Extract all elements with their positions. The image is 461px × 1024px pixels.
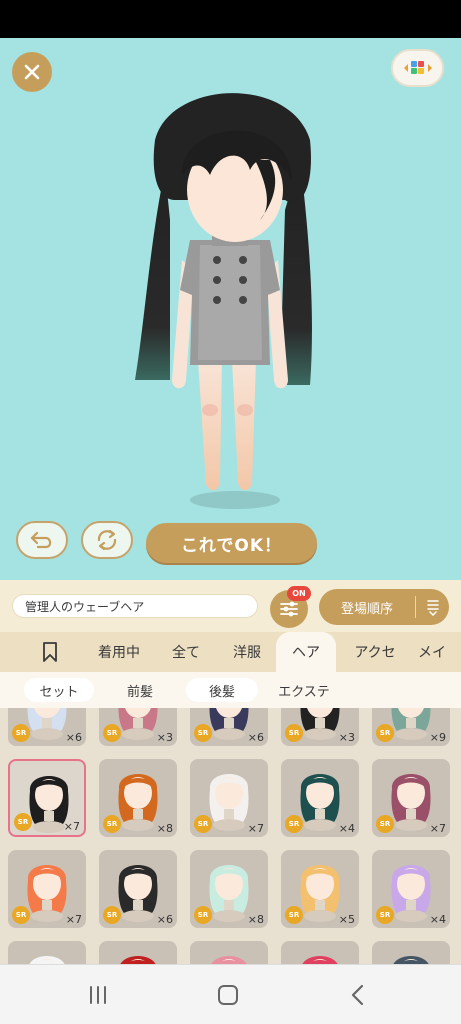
rarity-badge: SR: [194, 724, 212, 742]
back-icon: [351, 984, 364, 1006]
palette-button[interactable]: [391, 49, 444, 87]
subtab-back-hair[interactable]: 後髪: [186, 678, 258, 702]
home-icon: [218, 985, 238, 1005]
hair-item[interactable]: [190, 941, 268, 964]
status-bar: [0, 0, 461, 38]
rarity-badge: SR: [376, 815, 394, 833]
rarity-badge: SR: [103, 815, 121, 833]
undo-icon: [30, 531, 52, 549]
avatar: [110, 80, 340, 520]
tab-hair[interactable]: ヘア: [276, 632, 336, 672]
hair-item[interactable]: [372, 941, 450, 964]
item-count: ×8: [156, 822, 173, 835]
item-count: ×4: [429, 913, 446, 926]
sliders-icon: [280, 601, 298, 617]
subtab-bangs[interactable]: 前髪: [108, 678, 172, 702]
hair-item[interactable]: SR ×6: [190, 708, 268, 746]
rarity-badge: SR: [376, 724, 394, 742]
item-count: ×7: [429, 822, 446, 835]
item-count: ×3: [156, 731, 173, 744]
system-nav-bar: [0, 964, 461, 1024]
hair-thumbnail: [211, 956, 247, 964]
rarity-badge: SR: [12, 906, 30, 924]
hair-item[interactable]: [8, 941, 86, 964]
hair-thumbnail: [393, 956, 429, 964]
undo-button[interactable]: [16, 521, 68, 559]
rarity-badge: SR: [194, 906, 212, 924]
subcategory-tabs: セット 前髪 後髪 エクステ: [0, 672, 461, 708]
item-count: ×9: [429, 731, 446, 744]
rarity-badge: SR: [285, 815, 303, 833]
rarity-badge: SR: [103, 724, 121, 742]
subtab-extensions[interactable]: エクステ: [268, 678, 340, 702]
rarity-badge: SR: [103, 906, 121, 924]
app-screen: これでOK！ 管理人のウェーブヘア ON 登場順序 着用中 全て 洋服 ヘア ア…: [0, 0, 461, 1024]
hair-thumbnail: [29, 956, 65, 964]
hair-item[interactable]: SR ×4: [281, 759, 359, 837]
rarity-badge: SR: [285, 906, 303, 924]
rarity-badge: SR: [14, 813, 32, 831]
rarity-badge: SR: [285, 724, 303, 742]
home-button[interactable]: [208, 979, 248, 1011]
item-count: ×6: [156, 913, 173, 926]
close-icon: [24, 64, 40, 80]
hair-item[interactable]: SR ×8: [190, 850, 268, 928]
hair-item[interactable]: SR ×7: [8, 850, 86, 928]
confirm-button[interactable]: これでOK！: [146, 523, 317, 563]
hair-item[interactable]: SR ×4: [372, 850, 450, 928]
tab-wearing[interactable]: 着用中: [88, 632, 150, 672]
hair-item[interactable]: SR ×8: [99, 759, 177, 837]
item-count: ×5: [338, 913, 355, 926]
close-button[interactable]: [12, 52, 52, 92]
rotate-icon: [97, 529, 117, 551]
hair-item[interactable]: SR ×7: [372, 759, 450, 837]
item-count: ×8: [247, 913, 264, 926]
grid-icon: [403, 61, 432, 74]
item-count: ×7: [63, 820, 80, 833]
recent-apps-button[interactable]: [78, 979, 118, 1011]
item-name-label: 管理人のウェーブヘア: [12, 594, 258, 618]
tab-all[interactable]: 全て: [162, 632, 210, 672]
sort-icon: [416, 598, 449, 616]
hair-item[interactable]: SR ×6: [8, 708, 86, 746]
rarity-badge: SR: [194, 815, 212, 833]
bookmark-icon: [43, 642, 57, 662]
tab-makeup[interactable]: メイ: [418, 632, 461, 672]
hair-thumbnail: [302, 956, 338, 964]
subtab-set[interactable]: セット: [24, 678, 94, 702]
tab-bookmark[interactable]: [30, 632, 70, 672]
hair-item[interactable]: SR ×7: [8, 759, 86, 837]
hair-item[interactable]: SR ×3: [99, 708, 177, 746]
rarity-badge: SR: [376, 906, 394, 924]
hair-item[interactable]: SR ×6: [99, 850, 177, 928]
item-count: ×7: [65, 913, 82, 926]
recent-apps-icon: [90, 986, 106, 1004]
item-grid: SR ×6 SR ×3 SR ×6 SR ×3 SR ×9 SR ×7 SR ×8 SR ×7 SR ×4 SR ×7…: [0, 708, 461, 964]
item-count: ×6: [247, 731, 264, 744]
filter-on-badge: ON: [287, 586, 311, 601]
rarity-badge: SR: [12, 724, 30, 742]
hair-item[interactable]: [281, 941, 359, 964]
hair-item[interactable]: SR ×9: [372, 708, 450, 746]
hair-item[interactable]: SR ×5: [281, 850, 359, 928]
hair-thumbnail: [120, 956, 156, 964]
back-button[interactable]: [338, 979, 378, 1011]
hair-item[interactable]: SR ×3: [281, 708, 359, 746]
item-count: ×7: [247, 822, 264, 835]
tab-accessories[interactable]: アクセ: [344, 632, 406, 672]
item-count: ×3: [338, 731, 355, 744]
item-count: ×4: [338, 822, 355, 835]
category-tabs: 着用中 全て 洋服 ヘア アクセ メイ: [0, 632, 461, 672]
rotate-button[interactable]: [81, 521, 133, 559]
item-count: ×6: [65, 731, 82, 744]
hair-item[interactable]: SR ×7: [190, 759, 268, 837]
sort-label: 登場順序: [340, 601, 393, 617]
sort-button[interactable]: 登場順序: [319, 589, 449, 625]
tab-clothes[interactable]: 洋服: [222, 632, 272, 672]
hair-item[interactable]: [99, 941, 177, 964]
